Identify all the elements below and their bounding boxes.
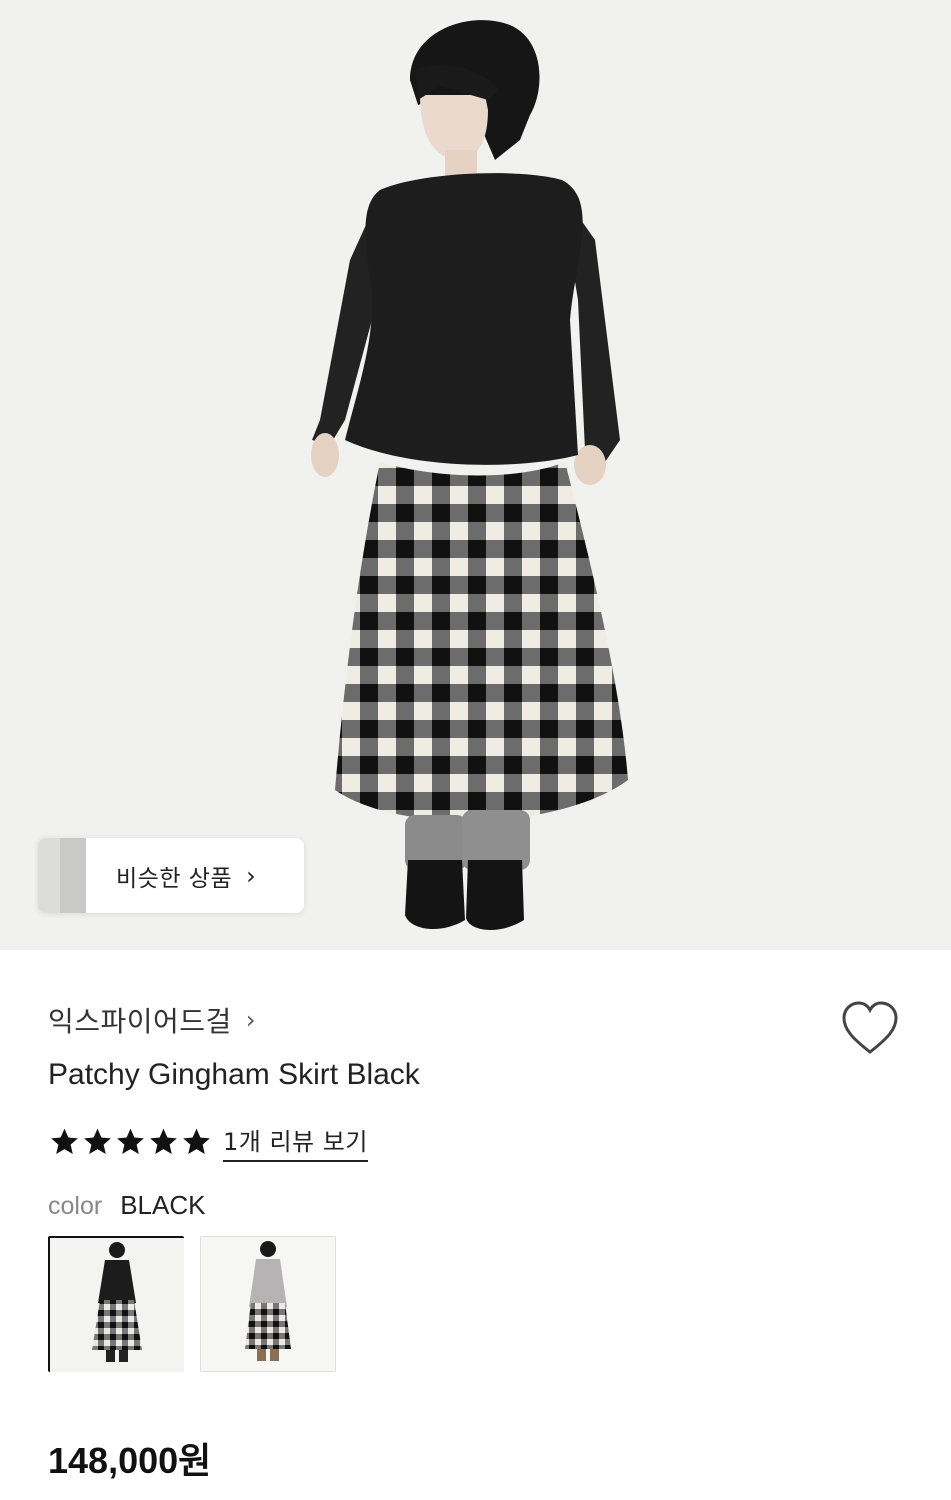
star-filled-icon <box>150 1128 177 1154</box>
swatch-black-image <box>50 1238 184 1372</box>
brand-name: 익스파이어드걸 <box>48 1005 232 1038</box>
color-value: BLACK <box>120 1190 206 1220</box>
similar-products-button[interactable]: 비슷한 상품 › <box>38 838 304 913</box>
chevron-right-icon: › <box>245 1006 256 1034</box>
review-link[interactable]: 1개 리뷰 보기 <box>223 1122 368 1162</box>
product-hero-image[interactable]: 비슷한 상품 › <box>0 0 951 950</box>
star-filled-icon <box>84 1128 111 1154</box>
rating-row: 1개 리뷰 보기 <box>48 1122 368 1162</box>
color-swatches <box>48 1236 352 1372</box>
color-row: color BLACK <box>48 1190 205 1221</box>
product-photo <box>311 20 628 930</box>
color-label: color <box>48 1192 103 1220</box>
similar-products-thumbnail <box>38 838 86 913</box>
star-rating <box>48 1126 213 1158</box>
wishlist-button[interactable] <box>838 998 902 1058</box>
brand-link[interactable]: 익스파이어드걸 › <box>48 1000 255 1040</box>
star-filled-icon <box>51 1128 78 1154</box>
heart-outline-icon <box>842 1001 898 1054</box>
swatch-gray-image <box>201 1237 335 1371</box>
swatch-black[interactable] <box>48 1236 184 1372</box>
product-title: Patchy Gingham Skirt Black <box>48 1058 420 1091</box>
product-price: 148,000원 <box>48 1440 212 1481</box>
star-filled-icon <box>183 1128 210 1154</box>
star-filled-icon <box>117 1128 144 1154</box>
similar-products-label: 비슷한 상품 <box>116 865 233 892</box>
chevron-right-icon: › <box>246 861 256 890</box>
swatch-gray[interactable] <box>200 1236 336 1372</box>
